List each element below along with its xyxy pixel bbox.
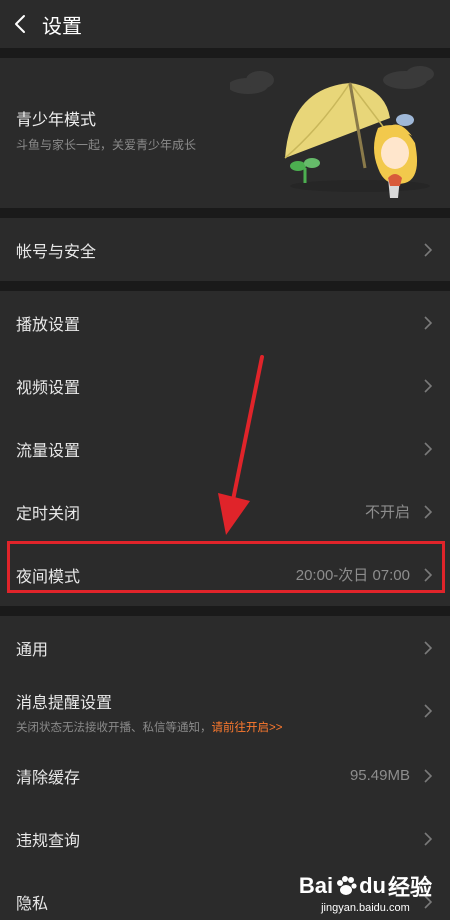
settings-item-label: 流量设置	[16, 442, 81, 460]
chevron-right-icon	[424, 378, 434, 394]
settings-item-label: 播放设置	[16, 316, 81, 334]
settings-item-label: 定时关闭	[16, 505, 81, 523]
chevron-right-icon	[424, 894, 434, 910]
violation-query-item[interactable]: 违规查询	[0, 807, 450, 870]
general-item[interactable]: 通用	[0, 616, 450, 679]
video-settings-item[interactable]: 视频设置	[0, 354, 450, 417]
divider	[0, 606, 450, 616]
notification-hint-text: 关闭状态无法接收开播、私信等通知，	[16, 721, 212, 734]
chevron-right-icon	[424, 703, 434, 719]
chevron-right-icon	[424, 640, 434, 656]
night-mode-value: 20:00-次日 07:00	[295, 567, 410, 584]
enable-notification-link[interactable]: 请前往开启>>	[212, 722, 283, 734]
notification-settings-item[interactable]: 消息提醒设置 关闭状态无法接收开播、私信等通知，请前往开启>>	[0, 679, 450, 744]
chevron-right-icon	[424, 567, 434, 583]
divider	[0, 208, 450, 218]
general-label: 通用	[16, 641, 49, 659]
teen-mode-banner[interactable]: 青少年模式 斗鱼与家长一起，关爱青少年成长	[0, 58, 450, 208]
chevron-right-icon	[424, 242, 434, 258]
cache-size-value: 95.49MB	[349, 767, 410, 784]
privacy-label: 隐私	[16, 895, 49, 913]
chevron-right-icon	[424, 504, 434, 520]
clear-cache-label: 清除缓存	[16, 769, 81, 787]
divider	[0, 281, 450, 291]
settings-group: 播放设置 视频设置 流量设置 定时关闭 不开启 夜间模式 20:00-次日 07…	[0, 291, 450, 606]
settings-item-label: 夜间模式	[16, 568, 81, 586]
page-title: 设置	[42, 15, 82, 38]
violation-query-label: 违规查询	[16, 832, 81, 850]
data-usage-settings-item[interactable]: 流量设置	[0, 417, 450, 480]
chevron-right-icon	[424, 441, 434, 457]
teen-mode-title: 青少年模式	[16, 112, 97, 129]
privacy-item[interactable]: 隐私	[0, 870, 450, 920]
clear-cache-item[interactable]: 清除缓存 95.49MB	[0, 744, 450, 807]
chevron-right-icon	[424, 768, 434, 784]
teen-mode-subtitle: 斗鱼与家长一起，关爱青少年成长	[16, 138, 197, 152]
notification-hint: 关闭状态无法接收开播、私信等通知，请前往开启>>	[16, 719, 282, 735]
account-group: 帐号与安全	[0, 218, 450, 281]
general-group: 通用 消息提醒设置 关闭状态无法接收开播、私信等通知，请前往开启>> 清除缓存 …	[0, 616, 450, 920]
notification-settings-label: 消息提醒设置	[16, 694, 113, 712]
settings-item-label: 视频设置	[16, 379, 81, 397]
sleep-timer-item[interactable]: 定时关闭 不开启	[0, 480, 450, 543]
sleep-timer-value: 不开启	[364, 504, 410, 521]
top-bar: 设置	[0, 0, 450, 48]
umbrella-girl-illustration	[230, 66, 434, 198]
account-security-item[interactable]: 帐号与安全	[0, 218, 450, 281]
back-button[interactable]	[0, 0, 40, 48]
chevron-right-icon	[424, 831, 434, 847]
night-mode-item[interactable]: 夜间模式 20:00-次日 07:00	[0, 543, 450, 606]
divider	[0, 48, 450, 58]
chevron-right-icon	[424, 315, 434, 331]
chevron-left-icon	[15, 15, 25, 33]
playback-settings-item[interactable]: 播放设置	[0, 291, 450, 354]
account-security-label: 帐号与安全	[16, 243, 97, 261]
